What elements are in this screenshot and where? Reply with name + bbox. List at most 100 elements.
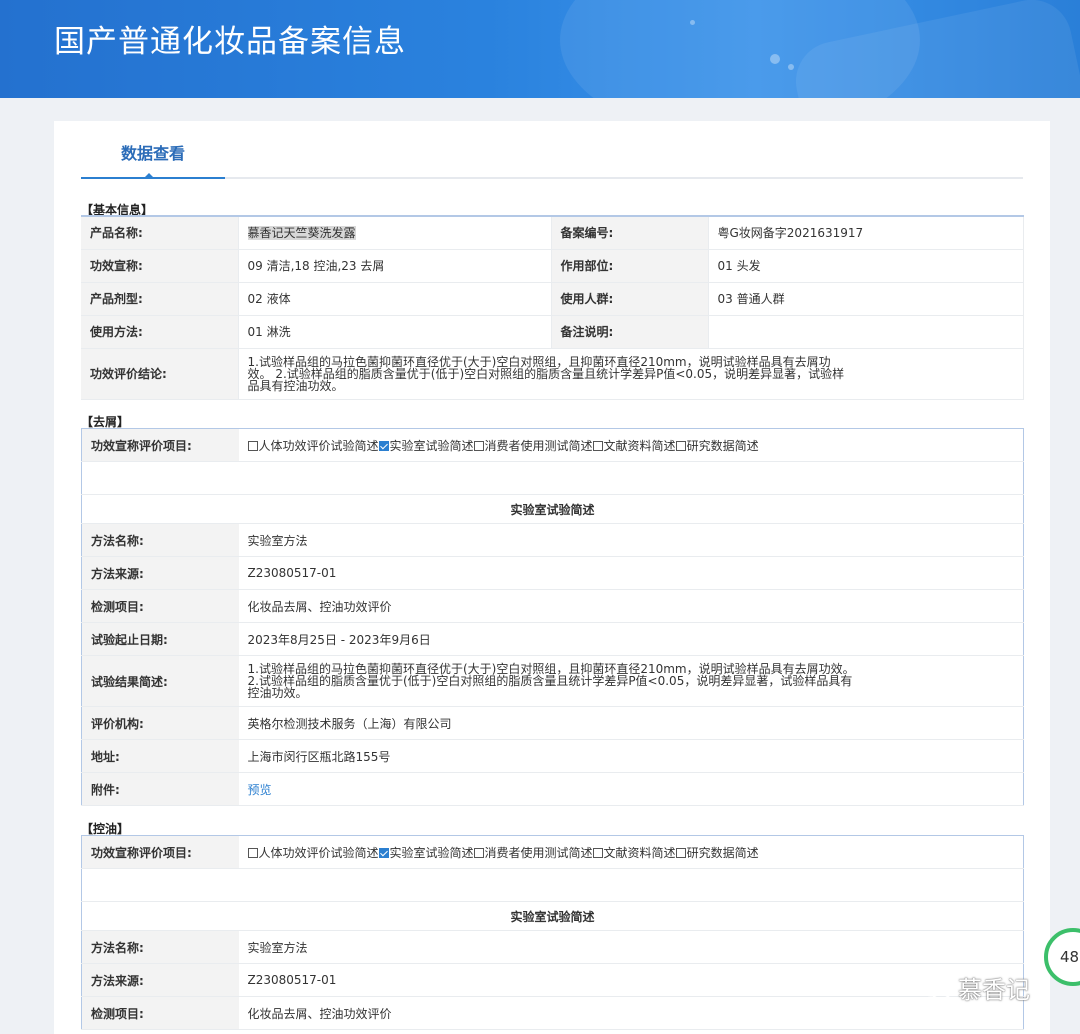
field-label: 作用部位: — [551, 249, 709, 283]
subheading: 实验室试验简述 — [81, 901, 1024, 931]
checkbox[interactable] — [247, 440, 258, 451]
field-value: 2023年8月25日 - 2023年9月6日 — [238, 622, 1024, 656]
field-label: 检测项目: — [81, 996, 239, 1030]
table-row: 地址: 上海市闵行区瓶北路155号 — [81, 739, 1024, 773]
field-label: 地址: — [81, 739, 239, 773]
table-row: 附件: 预览 — [81, 772, 1024, 806]
table-row: 方法名称: 实验室方法 — [81, 930, 1024, 964]
option-label: 文献资料简述 — [603, 845, 676, 860]
spacer-row — [81, 868, 1024, 902]
field-label: 产品名称: — [81, 216, 239, 250]
option-label: 研究数据简述 — [686, 438, 759, 453]
field-value — [708, 315, 1024, 349]
tab-bar: 数据查看 — [81, 121, 1023, 179]
spacer-row — [81, 461, 1024, 495]
content-panel: 数据查看 【基本信息】 产品名称: 慕香记天竺葵洗发露 备案编号: 粤G妆网备字… — [54, 121, 1050, 1034]
table-row: 功效宣称评价项目: 人体功效评价试验简述 实验室试验简述 消费者使用测试简述 文献资料… — [81, 835, 1024, 869]
checkbox[interactable] — [247, 847, 258, 858]
field-label: 试验起止日期: — [81, 622, 239, 656]
eval-options: 人体功效评价试验简述 实验室试验简述 消费者使用测试简述 文献资料简述 研究数据简述 — [238, 835, 1024, 869]
option-label: 实验室试验简述 — [389, 845, 474, 860]
field-value: Z23080517-01 — [238, 556, 1024, 590]
table-row: 功效宣称评价项目: 人体功效评价试验简述 实验室试验简述 消费者使用测试简述 文献资料… — [81, 428, 1024, 462]
field-value: 慕香记天竺葵洗发露 — [238, 216, 552, 250]
field-value: 预览 — [238, 772, 1024, 806]
wechat-icon — [919, 977, 951, 1000]
table-row: 实验室试验简述 — [81, 901, 1024, 931]
field-label: 附件: — [81, 772, 239, 806]
basic-info-table: 产品名称: 慕香记天竺葵洗发露 备案编号: 粤G妆网备字2021631917 功… — [81, 215, 1024, 400]
field-label: 检测项目: — [81, 589, 239, 623]
table-row: 功效宣称: 09 清洁,18 控油,23 去屑 作用部位: 01 头发 — [81, 249, 1024, 283]
option-label: 消费者使用测试简述 — [484, 845, 593, 860]
table-row: 方法来源: Z23080517-01 — [81, 963, 1024, 997]
field-label: 方法名称: — [81, 523, 239, 557]
checkbox[interactable] — [473, 847, 484, 858]
oil-control-table: 功效宣称评价项目: 人体功效评价试验简述 实验室试验简述 消费者使用测试简述 文献资料… — [81, 835, 1024, 1030]
field-value: 化妆品去屑、控油功效评价 — [238, 589, 1024, 623]
field-label: 使用方法: — [81, 315, 239, 349]
checkbox[interactable] — [592, 847, 603, 858]
preview-link[interactable]: 预览 — [248, 783, 272, 797]
field-value: 化妆品去屑、控油功效评价 — [238, 996, 1024, 1030]
checkbox-checked[interactable] — [378, 847, 389, 858]
tab-caret-icon — [143, 173, 155, 179]
table-row: 试验结果简述: 1.试验样品组的马拉色菌抑菌环直径优于(大于)空白对照组，且抑菌… — [81, 655, 1024, 707]
anti-dandruff-table: 功效宣称评价项目: 人体功效评价试验简述 实验室试验简述 消费者使用测试简述 文献资料… — [81, 428, 1024, 806]
checkbox-checked[interactable] — [378, 440, 389, 451]
table-row: 产品名称: 慕香记天竺葵洗发露 备案编号: 粤G妆网备字2021631917 — [81, 216, 1024, 250]
field-label: 评价机构: — [81, 706, 239, 740]
field-label: 备注说明: — [551, 315, 709, 349]
conclusion-value: 1.试验样品组的马拉色菌抑菌环直径优于(大于)空白对照组，且抑菌环直径210mm… — [238, 348, 1024, 400]
tab-data-view[interactable]: 数据查看 — [81, 121, 225, 179]
field-label: 备案编号: — [551, 216, 709, 250]
table-row: 检测项目: 化妆品去屑、控油功效评价 — [81, 996, 1024, 1030]
checkbox[interactable] — [592, 440, 603, 451]
option-label: 研究数据简述 — [686, 845, 759, 860]
checkbox[interactable] — [675, 847, 686, 858]
table-row: 功效评价结论: 1.试验样品组的马拉色菌抑菌环直径优于(大于)空白对照组，且抑菌… — [81, 348, 1024, 400]
field-value: 粤G妆网备字2021631917 — [708, 216, 1024, 250]
field-value: 01 淋洗 — [238, 315, 552, 349]
tab-label: 数据查看 — [120, 144, 185, 163]
table-row: 使用方法: 01 淋洗 备注说明: — [81, 315, 1024, 349]
field-label: 试验结果简述: — [81, 655, 239, 707]
table-row: 实验室试验简述 — [81, 494, 1024, 524]
field-value: 09 清洁,18 控油,23 去屑 — [238, 249, 552, 283]
field-value: 01 头发 — [708, 249, 1024, 283]
banner-dot — [788, 64, 794, 70]
option-label: 人体功效评价试验简述 — [258, 438, 379, 453]
table-row: 产品剂型: 02 液体 使用人群: 03 普通人群 — [81, 282, 1024, 316]
field-value: 02 液体 — [238, 282, 552, 316]
option-label: 文献资料简述 — [603, 438, 676, 453]
eval-options: 人体功效评价试验简述 实验室试验简述 消费者使用测试简述 文献资料简述 研究数据简述 — [238, 428, 1024, 462]
table-row: 方法名称: 实验室方法 — [81, 523, 1024, 557]
field-label: 功效宣称评价项目: — [81, 835, 239, 869]
field-value: Z23080517-01 — [238, 963, 1024, 997]
page-title: 国产普通化妆品备案信息 — [54, 24, 406, 60]
table-row: 试验起止日期: 2023年8月25日 - 2023年9月6日 — [81, 622, 1024, 656]
watermark-text: 慕香记 — [958, 976, 1030, 1004]
field-value: 实验室方法 — [238, 523, 1024, 557]
banner-dot — [690, 20, 695, 25]
field-label: 功效宣称: — [81, 249, 239, 283]
product-name-value: 慕香记天竺葵洗发露 — [247, 226, 356, 241]
subheading: 实验室试验简述 — [81, 494, 1024, 524]
field-label: 使用人群: — [551, 282, 709, 316]
checkbox[interactable] — [473, 440, 484, 451]
field-value: 实验室方法 — [238, 930, 1024, 964]
field-value: 1.试验样品组的马拉色菌抑菌环直径优于(大于)空白对照组，且抑菌环直径210mm… — [238, 655, 1024, 707]
field-label: 产品剂型: — [81, 282, 239, 316]
checkbox[interactable] — [675, 440, 686, 451]
field-value: 03 普通人群 — [708, 282, 1024, 316]
field-value: 上海市闵行区瓶北路155号 — [238, 739, 1024, 773]
table-row: 检测项目: 化妆品去屑、控油功效评价 — [81, 589, 1024, 623]
option-label: 人体功效评价试验简述 — [258, 845, 379, 860]
table-row: 评价机构: 英格尔检测技术服务（上海）有限公司 — [81, 706, 1024, 740]
option-label: 实验室试验简述 — [389, 438, 474, 453]
field-value: 英格尔检测技术服务（上海）有限公司 — [238, 706, 1024, 740]
field-label: 功效评价结论: — [81, 348, 239, 400]
header-banner: 国产普通化妆品备案信息 — [0, 0, 1080, 98]
option-label: 消费者使用测试简述 — [484, 438, 593, 453]
banner-dot — [770, 54, 780, 64]
